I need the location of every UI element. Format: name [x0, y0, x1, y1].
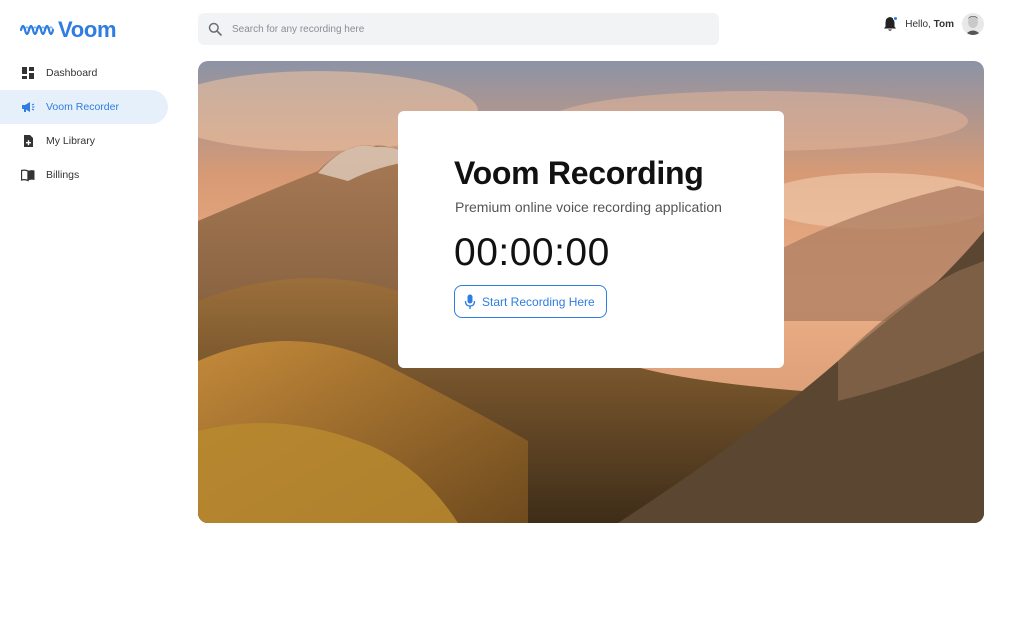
sidebar-item-label: My Library — [46, 135, 96, 147]
search-bar[interactable] — [198, 13, 719, 45]
sidebar-item-label: Voom Recorder — [46, 101, 119, 113]
dashboard-icon — [21, 66, 35, 80]
sidebar-item-label: Dashboard — [46, 67, 98, 79]
start-recording-label: Start Recording Here — [482, 294, 595, 309]
recording-timer: 00:00:00 — [454, 231, 610, 274]
sidebar: Voom Dashboard Voom Recorder My Library — [0, 0, 180, 640]
card-title: Voom Recording — [454, 155, 704, 191]
sidebar-nav: Dashboard Voom Recorder My Library Billi… — [0, 56, 168, 192]
microphone-icon — [464, 294, 476, 309]
book-icon — [21, 168, 35, 182]
search-input[interactable] — [232, 23, 682, 35]
user-greeting: Hello, Tom — [905, 19, 954, 30]
library-icon — [21, 134, 35, 148]
sidebar-item-my-library[interactable]: My Library — [0, 124, 168, 158]
notification-dot — [893, 16, 899, 21]
brand-name: Voom — [58, 17, 117, 42]
hero-banner: Voom Recording Premium online voice reco… — [198, 61, 984, 523]
card-subtitle: Premium online voice recording applicati… — [455, 199, 722, 215]
search-icon — [208, 22, 222, 36]
app-root: Voom Dashboard Voom Recorder My Library — [0, 0, 1024, 640]
notification-bell-icon[interactable] — [883, 16, 899, 32]
user-area: Hello, Tom — [883, 12, 984, 36]
sidebar-item-voom-recorder[interactable]: Voom Recorder — [0, 90, 168, 124]
sidebar-item-billings[interactable]: Billings — [0, 158, 168, 192]
soundwave-logo-icon — [20, 24, 55, 36]
user-name: Tom — [933, 18, 954, 30]
megaphone-icon — [21, 100, 35, 114]
start-recording-button[interactable]: Start Recording Here — [454, 285, 607, 318]
greeting-text: Hello, — [905, 18, 931, 30]
recording-card: Voom Recording Premium online voice reco… — [398, 111, 784, 368]
avatar[interactable] — [962, 13, 984, 35]
sidebar-item-label: Billings — [46, 169, 80, 181]
sidebar-item-dashboard[interactable]: Dashboard — [0, 56, 168, 90]
brand-logo[interactable]: Voom — [20, 16, 117, 44]
